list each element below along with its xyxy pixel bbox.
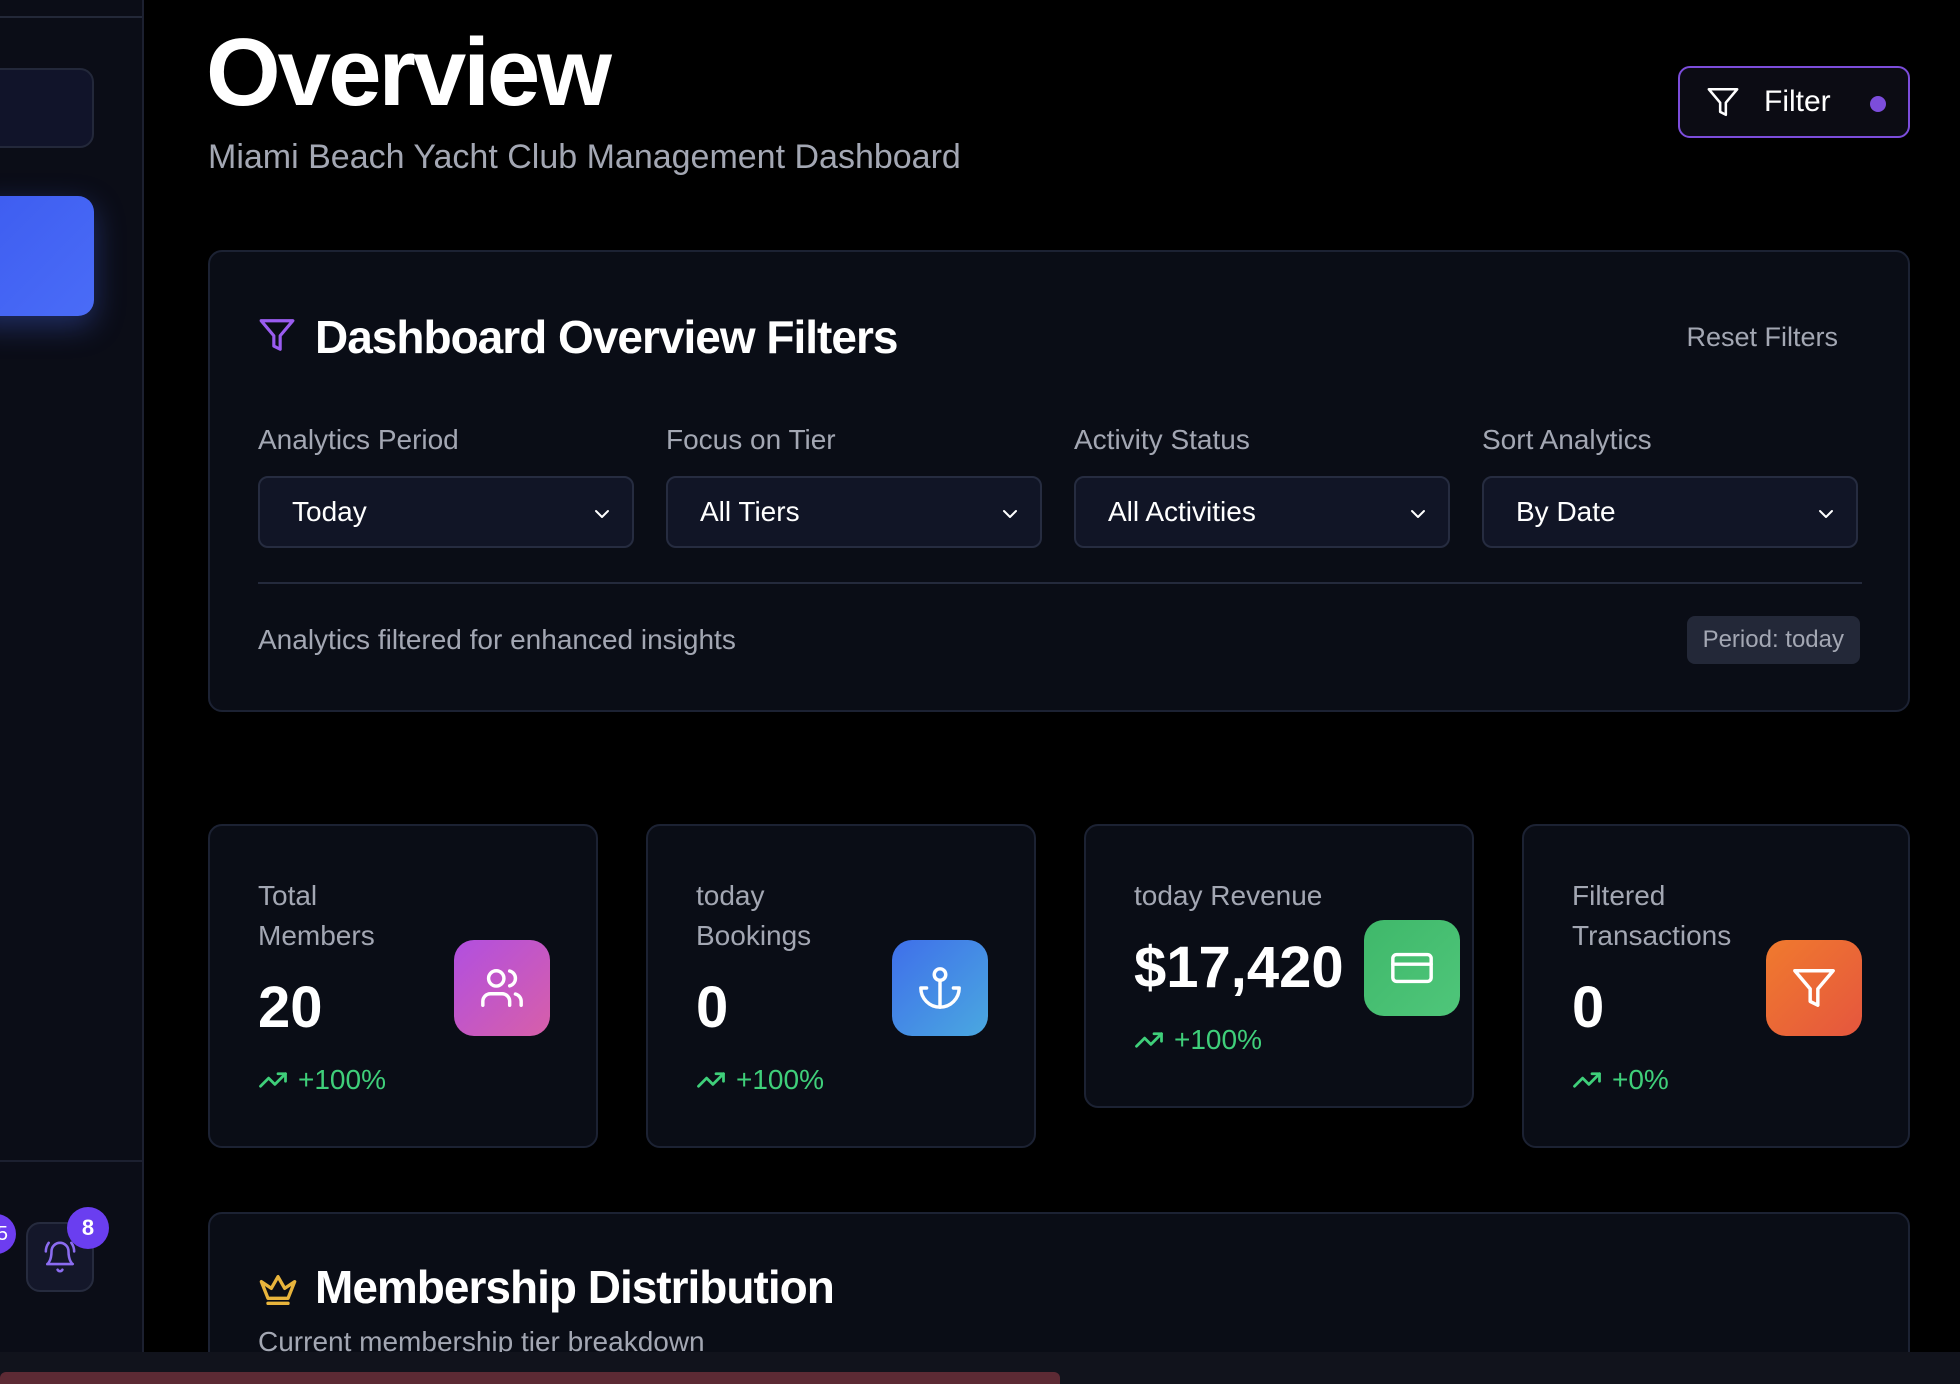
stat-trend: +100%: [696, 1064, 824, 1096]
stat-card-transactions: Filtered Transactions 0 +0%: [1522, 824, 1910, 1148]
stat-trend: +100%: [258, 1064, 386, 1096]
trending-up-icon: [259, 1072, 287, 1088]
filter-button[interactable]: Filter: [1678, 66, 1910, 138]
filter-activity-status: Activity Status All Activities: [1074, 424, 1450, 548]
stat-label: Total Members: [258, 880, 375, 951]
stat-trend: +0%: [1572, 1064, 1669, 1096]
credit-card-icon-tile: [1364, 920, 1460, 1016]
filter-label: Sort Analytics: [1482, 424, 1652, 455]
filters-divider: [258, 582, 1862, 584]
filters-title: Dashboard Overview Filters: [315, 311, 898, 363]
stat-card-revenue: today Revenue $17,420 +100%: [1084, 824, 1474, 1108]
select-value: Today: [292, 496, 367, 527]
select-value: All Tiers: [700, 496, 800, 527]
funnel-icon-tile: [1766, 940, 1862, 1036]
select-value: By Date: [1516, 496, 1616, 527]
anchor-icon: [919, 967, 961, 1009]
stat-value: 0: [696, 975, 729, 1040]
stat-value: 20: [258, 975, 323, 1040]
stat-label: today Revenue: [1134, 880, 1323, 911]
stat-card-total-members: Total Members 20 +100%: [208, 824, 598, 1148]
sidebar-search-box[interactable]: [0, 68, 94, 148]
anchor-icon-tile: [892, 940, 988, 1036]
sidebar-divider: [0, 1160, 142, 1162]
sidebar: 5 8: [0, 0, 144, 1352]
period-badge: Period: today: [1686, 616, 1860, 664]
filter-label: Activity Status: [1074, 424, 1250, 455]
crown-icon: [259, 1275, 297, 1305]
stat-value: 0: [1572, 975, 1605, 1040]
chevron-down-icon: [595, 510, 609, 518]
taskbar-strip: [0, 1372, 1060, 1384]
stat-value: $17,420: [1134, 935, 1344, 1000]
page-title: Overview: [206, 19, 612, 126]
stat-label: today Bookings: [696, 880, 812, 951]
filter-focus-tier: Focus on Tier All Tiers: [666, 424, 1042, 548]
users-icon-tile: [454, 940, 550, 1036]
page-subtitle: Miami Beach Yacht Club Management Dashbo…: [208, 138, 961, 176]
filter-analytics-period: Analytics Period Today: [258, 424, 634, 548]
activity-status-select[interactable]: All Activities: [1074, 476, 1450, 548]
membership-title: Membership Distribution: [315, 1261, 835, 1313]
trending-up-icon: [1135, 1032, 1163, 1048]
sidebar-divider: [0, 16, 142, 18]
funnel-icon: [1793, 969, 1835, 1007]
analytics-period-select[interactable]: Today: [258, 476, 634, 548]
trending-up-icon: [697, 1072, 725, 1088]
stat-card-bookings: today Bookings 0 +100%: [646, 824, 1036, 1148]
sort-select[interactable]: By Date: [1482, 476, 1858, 548]
chevron-down-icon: [1819, 510, 1833, 518]
reset-filters-button[interactable]: Reset Filters: [1686, 322, 1838, 353]
sidebar-badge: 5: [0, 1214, 16, 1254]
stat-label: Filtered Transactions: [1572, 880, 1732, 951]
funnel-icon: [259, 319, 295, 351]
sidebar-active-item[interactable]: [0, 196, 94, 316]
credit-card-icon: [1391, 952, 1433, 984]
filters-note: Analytics filtered for enhanced insights: [258, 624, 736, 655]
trending-up-icon: [1573, 1072, 1601, 1088]
filters-panel: Dashboard Overview Filters Reset Filters…: [208, 250, 1910, 712]
filter-label: Analytics Period: [258, 424, 459, 455]
filter-sort-analytics: Sort Analytics By Date: [1482, 424, 1858, 548]
select-value: All Activities: [1108, 496, 1256, 527]
filter-label: Focus on Tier: [666, 424, 836, 455]
filter-active-dot: [1870, 96, 1886, 112]
stat-trend: +100%: [1134, 1024, 1262, 1056]
users-icon: [481, 969, 523, 1007]
chevron-down-icon: [1411, 510, 1425, 518]
bell-icon: [44, 1241, 76, 1273]
notification-count-badge: 8: [67, 1207, 109, 1249]
filter-button-label: Filter: [1764, 85, 1831, 118]
chevron-down-icon: [1003, 510, 1017, 518]
funnel-icon: [1707, 87, 1739, 117]
tier-select[interactable]: All Tiers: [666, 476, 1042, 548]
